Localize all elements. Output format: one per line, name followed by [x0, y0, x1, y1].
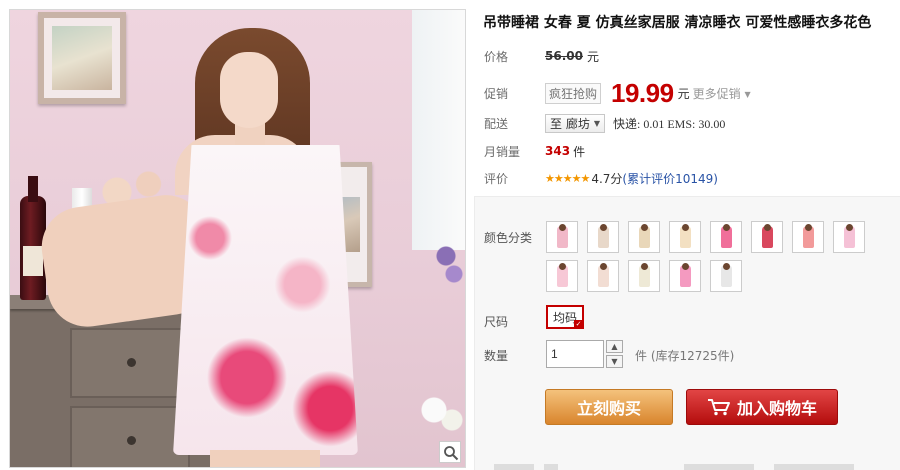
swatch-thumbnail-head	[723, 224, 730, 231]
color-swatch[interactable]	[710, 260, 742, 292]
swatch-thumbnail-head	[682, 224, 689, 231]
shipping-destination-select[interactable]: 至 廊坊 ▼	[545, 113, 605, 133]
photo-model-face	[220, 52, 278, 128]
promotion-row: 促销 疯狂抢购 19.99 元 更多促销 ▼	[484, 77, 751, 108]
purchase-options-panel: 颜色分类 尺码 均码 ✓ 数量 ▲ ▼ 件 (库存12725件) 立刻购买 加入…	[474, 196, 900, 470]
chevron-up-icon: ▲	[611, 342, 618, 351]
price-currency: 元	[586, 49, 599, 64]
monthly-sales-row: 月销量 343 件	[484, 141, 585, 161]
review-label: 评价	[484, 171, 509, 186]
color-swatch[interactable]	[587, 221, 619, 253]
shopping-cart-icon	[707, 398, 731, 416]
color-swatch[interactable]	[628, 221, 660, 253]
quantity-input[interactable]	[546, 340, 604, 368]
buy-now-label: 立刻购买	[576, 399, 641, 418]
swatch-thumbnail-head	[723, 263, 730, 270]
size-option-selected[interactable]: 均码 ✓	[546, 305, 584, 329]
product-title: 吊带睡裙 女春 夏 仿真丝家居服 清凉睡衣 可爱性感睡衣多花色	[483, 15, 872, 31]
more-promotions-label: 更多促销	[692, 86, 741, 101]
rating-stars-icon: ★★★★★	[545, 171, 590, 185]
color-label: 颜色分类	[484, 231, 533, 245]
swatch-thumbnail-head	[764, 224, 771, 231]
color-swatch[interactable]	[751, 221, 783, 253]
product-main-image[interactable]	[9, 9, 466, 468]
monthly-sales-count: 343	[545, 144, 571, 158]
promotion-label: 促销	[484, 86, 509, 101]
rating-score: 4.7分	[591, 171, 623, 186]
monthly-sales-unit: 件	[573, 144, 586, 159]
promotion-tag: 疯狂抢购	[545, 82, 602, 104]
swatch-thumbnail-head	[600, 224, 607, 231]
add-to-cart-label: 加入购物车	[736, 399, 817, 418]
chevron-down-icon: ▼	[611, 357, 618, 366]
color-swatch[interactable]	[669, 260, 701, 292]
original-price: 56.00	[545, 49, 583, 63]
color-swatch[interactable]	[792, 221, 824, 253]
color-swatch-grid	[546, 221, 886, 292]
photo-drawer	[70, 328, 190, 398]
price-label: 价格	[484, 49, 509, 64]
photo-flowers-bottom	[410, 390, 465, 440]
stock-info: 件 (库存12725件)	[635, 349, 735, 363]
swatch-thumbnail-head	[641, 224, 648, 231]
quantity-increase-button[interactable]: ▲	[606, 340, 623, 353]
swatch-thumbnail-head	[641, 263, 648, 270]
photo-nightdress	[173, 145, 358, 455]
photo-wall-frame-left	[38, 12, 126, 104]
color-swatch[interactable]	[628, 260, 660, 292]
promo-currency: 元	[677, 86, 690, 101]
shipping-label: 配送	[484, 116, 509, 131]
tab-strip-partial	[474, 462, 900, 470]
chevron-down-icon: ▼	[593, 118, 600, 128]
price-row: 价格 56.00 元	[484, 46, 599, 66]
photo-model-legs	[210, 450, 320, 467]
size-label: 尺码	[484, 315, 509, 329]
more-promotions-link[interactable]: 更多促销 ▼	[693, 85, 751, 102]
chevron-down-icon: ▼	[744, 89, 751, 99]
swatch-thumbnail-head	[559, 263, 566, 270]
zoom-icon[interactable]	[439, 441, 461, 463]
color-swatch[interactable]	[669, 221, 701, 253]
review-count-link[interactable]: (累计评价10149)	[622, 170, 718, 187]
swatch-thumbnail-head	[559, 224, 566, 231]
swatch-thumbnail-head	[682, 263, 689, 270]
swatch-thumbnail-head	[600, 263, 607, 270]
check-icon: ✓	[574, 320, 583, 329]
photo-drawer	[70, 406, 190, 467]
shipping-destination: 至 廊坊	[550, 116, 590, 131]
swatch-thumbnail-head	[846, 224, 853, 231]
promo-price: 19.99	[611, 77, 674, 108]
shipping-row: 配送 至 廊坊 ▼ 快递: 0.01 EMS: 30.00	[484, 113, 725, 133]
photo-flowers-right	[430, 238, 465, 298]
add-to-cart-button[interactable]: 加入购物车	[686, 389, 838, 425]
swatch-thumbnail-head	[805, 224, 812, 231]
photo-window	[412, 10, 465, 250]
color-swatch[interactable]	[710, 221, 742, 253]
quantity-decrease-button[interactable]: ▼	[606, 355, 623, 368]
color-swatch[interactable]	[546, 260, 578, 292]
quantity-label: 数量	[484, 349, 509, 363]
buy-now-button[interactable]: 立刻购买	[545, 389, 673, 425]
shipping-fees: 快递: 0.01 EMS: 30.00	[612, 116, 726, 131]
color-swatch[interactable]	[546, 221, 578, 253]
review-row: 评价 ★★★★★ 4.7分 (累计评价10149)	[484, 168, 718, 188]
color-swatch[interactable]	[833, 221, 865, 253]
color-swatch[interactable]	[587, 260, 619, 292]
monthly-sales-label: 月销量	[484, 144, 521, 159]
